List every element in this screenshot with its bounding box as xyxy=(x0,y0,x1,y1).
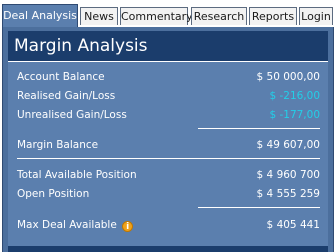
max-deal-label-wrap: Max Deal Available i xyxy=(17,217,134,233)
margin-balance-label: Margin Balance xyxy=(17,139,99,151)
unrealised-value: $ -177,00 xyxy=(269,109,320,121)
tab-news[interactable]: News xyxy=(80,7,118,25)
footer-strip xyxy=(8,246,328,252)
deal-analysis-panel: Margin Analysis Account Balance $ 50 000… xyxy=(2,27,334,252)
margin-analysis-section: Margin Analysis Account Balance $ 50 000… xyxy=(8,31,328,252)
account-balance-label: Account Balance xyxy=(17,71,105,83)
realised-row: Realised Gain/Loss $ -216,00 xyxy=(17,88,320,104)
max-deal-divider xyxy=(198,207,320,208)
total-available-label: Total Available Position xyxy=(17,169,137,181)
section-divider xyxy=(17,158,320,159)
tab-commentary[interactable]: Commentary xyxy=(120,7,193,25)
tab-deal-analysis[interactable]: Deal Analysis xyxy=(2,4,78,28)
margin-balance-row: Margin Balance $ 49 607,00 xyxy=(17,137,320,153)
unrealised-row: Unrealised Gain/Loss $ -177,00 xyxy=(17,107,320,123)
account-balance-value: $ 50 000,00 xyxy=(256,71,320,83)
tab-login[interactable]: Login xyxy=(299,7,333,25)
tab-research[interactable]: Research xyxy=(191,7,247,25)
total-available-value: $ 4 960 700 xyxy=(256,169,320,181)
page-title: Margin Analysis xyxy=(14,36,148,56)
title-bar: Margin Analysis xyxy=(8,31,328,62)
realised-value: $ -216,00 xyxy=(269,90,320,102)
subtotal-divider xyxy=(198,128,320,129)
open-position-row: Open Position $ 4 555 259 xyxy=(17,186,320,202)
tab-reports[interactable]: Reports xyxy=(249,7,297,25)
realised-label: Realised Gain/Loss xyxy=(17,90,116,102)
max-deal-label: Max Deal Available xyxy=(17,219,117,231)
margin-balance-value: $ 49 607,00 xyxy=(256,139,320,151)
info-icon[interactable]: i xyxy=(122,221,134,232)
open-position-label: Open Position xyxy=(17,188,90,200)
tab-bar: Deal Analysis News Commentary Research R… xyxy=(0,0,336,28)
max-deal-row: Max Deal Available i $ 405 441 xyxy=(17,217,320,233)
max-deal-value: $ 405 441 xyxy=(266,219,320,231)
total-available-row: Total Available Position $ 4 960 700 xyxy=(17,167,320,183)
open-position-value: $ 4 555 259 xyxy=(256,188,320,200)
unrealised-label: Unrealised Gain/Loss xyxy=(17,109,127,121)
account-balance-row: Account Balance $ 50 000,00 xyxy=(17,69,320,85)
